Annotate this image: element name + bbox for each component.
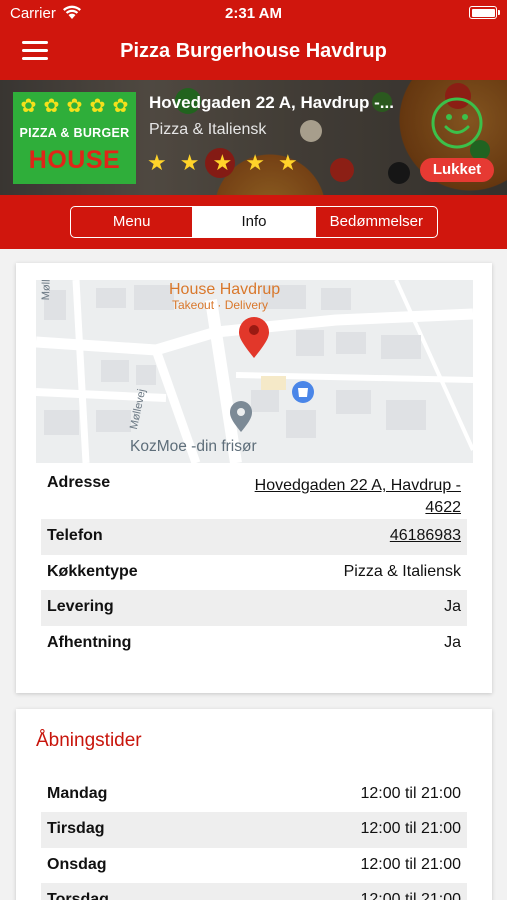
hours-day: Torsdag bbox=[47, 890, 109, 900]
hours-time: 12:00 til 21:00 bbox=[360, 785, 461, 802]
info-value: Ja bbox=[444, 598, 461, 615]
restaurant-logo: ✿ ✿ ✿ ✿ ✿ PIZZA & BURGER HOUSE bbox=[13, 92, 136, 184]
info-key: Telefon bbox=[47, 527, 103, 544]
star-icon: ★ bbox=[212, 150, 233, 175]
smiley-icon bbox=[431, 97, 483, 149]
rating-stars: ★ ★ ★ ★ ★ bbox=[147, 150, 298, 176]
info-row-address: Adresse Hovedgaden 22 A, Havdrup - 4622 bbox=[41, 466, 467, 519]
map-view[interactable]: House Havdrup Takeout · Delivery KozMoe … bbox=[36, 280, 473, 463]
star-icon: ★ bbox=[179, 150, 200, 175]
info-row-pickup: Afhentning Ja bbox=[41, 626, 467, 662]
address-link[interactable]: Hovedgaden 22 A, Havdrup - 4622 bbox=[221, 475, 461, 519]
star-icon: ★ bbox=[245, 150, 265, 175]
hours-day: Mandag bbox=[47, 785, 108, 802]
hours-time: 12:00 til 21:00 bbox=[360, 855, 461, 873]
info-table: Adresse Hovedgaden 22 A, Havdrup - 4622 … bbox=[41, 466, 467, 661]
info-key: Adresse bbox=[47, 474, 111, 491]
hours-row: Mandag 12:00 til 21:00 bbox=[41, 777, 467, 812]
status-bar: Carrier 2:31 AM bbox=[0, 0, 507, 28]
star-icon: ★ bbox=[277, 150, 298, 175]
segmented-control: Menu Info Bedømmelser bbox=[70, 206, 438, 238]
top-bar: Carrier 2:31 AM Pizza Burgerhouse Havdru… bbox=[0, 0, 507, 80]
info-key: Levering bbox=[47, 598, 114, 615]
tab-info[interactable]: Info bbox=[192, 207, 315, 237]
hours-day: Onsdag bbox=[47, 855, 107, 873]
phone-link[interactable]: 46186983 bbox=[390, 527, 461, 545]
map-place-sublabel: Takeout · Delivery bbox=[172, 298, 269, 312]
map-poi-label: KozMoe -din frisør bbox=[130, 438, 257, 455]
battery-icon bbox=[469, 6, 500, 19]
logo-line2: HOUSE bbox=[13, 144, 136, 176]
info-value: Ja bbox=[444, 633, 461, 651]
logo-line1: PIZZA & BURGER bbox=[19, 126, 130, 140]
restaurant-address-title: Hovedgaden 22 A, Havdrup -... bbox=[149, 93, 394, 112]
info-card: House Havdrup Takeout · Delivery KozMoe … bbox=[16, 263, 492, 693]
map-place-label: House Havdrup bbox=[169, 281, 281, 298]
status-badge: Lukket bbox=[420, 158, 494, 182]
opening-hours-title: Åbningstider bbox=[36, 730, 142, 751]
restaurant-header: ✿ ✿ ✿ ✿ ✿ PIZZA & BURGER HOUSE Hovedgaden 22… bbox=[0, 80, 507, 195]
map-street-label: Møllen bbox=[40, 280, 54, 301]
hours-row: Onsdag 12:00 til 21:00 bbox=[41, 848, 467, 883]
info-row-cuisine: Køkkentype Pizza & Italiensk bbox=[41, 555, 467, 591]
info-row-phone: Telefon 46186983 bbox=[41, 519, 467, 555]
tab-bar: Menu Info Bedømmelser bbox=[0, 195, 507, 249]
hours-row: Torsdag 12:00 til 21:00 bbox=[41, 882, 467, 900]
clock: 2:31 AM bbox=[225, 5, 282, 22]
hours-row: Tirsdag 12:00 til 21:00 bbox=[41, 812, 467, 848]
info-key: Afhentning bbox=[47, 633, 132, 651]
page-title: Pizza Burgerhouse Havdrup bbox=[120, 40, 387, 62]
star-icon: ★ bbox=[147, 150, 167, 175]
hamburger-menu-icon[interactable] bbox=[22, 41, 48, 61]
hours-time: 12:00 til 21:00 bbox=[360, 890, 461, 900]
tab-menu[interactable]: Menu bbox=[71, 207, 192, 237]
info-key: Køkkentype bbox=[47, 562, 138, 580]
restaurant-cuisine: Pizza & Italiensk bbox=[149, 121, 267, 138]
info-row-delivery: Levering Ja bbox=[41, 590, 467, 626]
opening-hours-table: Mandag 12:00 til 21:00 Tirsdag 12:00 til… bbox=[41, 777, 467, 900]
tab-reviews[interactable]: Bedømmelser bbox=[314, 207, 437, 237]
hours-time: 12:00 til 21:00 bbox=[360, 820, 461, 838]
info-value: Pizza & Italiensk bbox=[343, 562, 461, 580]
logo-stars: ✿ ✿ ✿ ✿ ✿ bbox=[20, 96, 129, 117]
hours-day: Tirsdag bbox=[47, 820, 105, 838]
opening-hours-card: Åbningstider Mandag 12:00 til 21:00 Tirs… bbox=[16, 709, 492, 900]
